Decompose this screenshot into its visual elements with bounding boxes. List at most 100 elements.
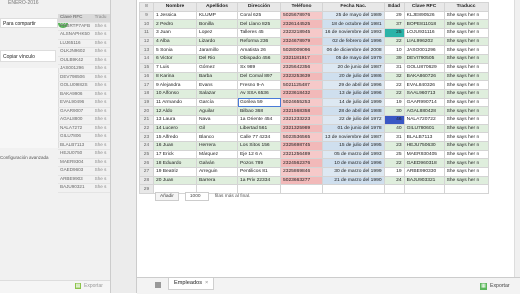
cell-edad[interactable]: 22 — [383, 80, 405, 90]
cell-nombre[interactable]: 16 Juan — [153, 141, 197, 151]
cell-apellidos[interactable]: Arreguin — [196, 167, 238, 177]
cell-nombre[interactable]: 3 Juan — [153, 28, 197, 38]
cell-trad[interactable]: She says her n — [443, 54, 489, 64]
cell-rfc[interactable]: HEJU750630 — [403, 141, 445, 151]
column-header[interactable]: Nombre — [153, 2, 197, 12]
table-row[interactable]: 17 9 Alejandra Evans Fresno 9-A 5021125487 29… — [139, 80, 489, 90]
row-number[interactable]: 13 — [139, 45, 154, 56]
cell-nombre[interactable]: 4 Alba — [153, 36, 197, 47]
cell-apellidos[interactable]: García — [196, 97, 238, 108]
table-row[interactable]: 14 6 Victor Del Rio Obispado 456 2321181917 0… — [139, 54, 489, 64]
cell-apellidos[interactable]: Márquez — [196, 149, 238, 160]
add-rows-button[interactable]: Añadir — [155, 191, 179, 201]
cell-rfc[interactable]: GILU780601 — [403, 123, 445, 134]
cell-telefono[interactable]: 2323253639 — [280, 71, 323, 82]
cell-apellidos[interactable]: Herrera — [196, 141, 238, 151]
cell-trad[interactable]: She says her n — [443, 149, 489, 160]
cell-edad[interactable]: 39 — [383, 54, 405, 64]
cell-nombre[interactable]: 5 Sonia — [153, 45, 197, 56]
cell-edad[interactable]: 19 — [383, 167, 405, 177]
cell-nombre[interactable]: 19 Beatriz — [153, 167, 197, 177]
row-number[interactable]: 19 — [139, 97, 154, 108]
row-number[interactable]: 26 — [139, 158, 154, 169]
cell-direccion[interactable]: Gorilea 59 — [237, 97, 281, 108]
cell-fecha[interactable]: 28 de abril del 1988 — [322, 106, 385, 116]
cell-rfc[interactable]: GAED960318 — [403, 158, 445, 169]
cell-telefono[interactable]: 2321325989 — [280, 123, 323, 134]
cell-telefono[interactable]: 5025678976 — [280, 10, 323, 21]
table-row[interactable]: 19 11 Armando García Gorilea 59 5024655253 14… — [139, 97, 489, 108]
cell-telefono[interactable]: 5023536565 — [280, 132, 323, 142]
row-number[interactable]: 21 — [139, 114, 154, 125]
cell-nombre[interactable]: 2 Pedro — [153, 19, 197, 30]
cell-direccion[interactable]: Bilbao 368 — [237, 106, 281, 116]
cell-apellidos[interactable]: Galván — [196, 158, 238, 169]
cell-nombre[interactable]: 1 Jessica — [153, 10, 197, 21]
cell-edad[interactable]: 19 — [383, 97, 405, 108]
cell-rfc[interactable]: BLALB7113 — [403, 132, 445, 142]
cell-nombre[interactable]: 8 Karina — [153, 71, 197, 82]
row-number[interactable]: 10 — [139, 19, 154, 30]
table-row[interactable]: 20 12 Aldo Aguilar Bilbao 368 2321568358 28 d… — [139, 106, 489, 116]
cell-direccion[interactable]: Obispado 456 — [237, 54, 281, 64]
cell-fecha[interactable]: 29 de abril del 1996 — [322, 80, 385, 90]
row-number[interactable]: 23 — [139, 132, 154, 142]
cell-nombre[interactable]: 11 Armando — [153, 97, 197, 108]
column-header[interactable]: Traducc — [443, 2, 489, 12]
cell-telefono[interactable]: 5024655253 — [280, 97, 323, 108]
cell-telefono[interactable]: 2324562376 — [280, 158, 323, 169]
share-option[interactable]: Para compartir — [0, 18, 58, 28]
cell-direccion[interactable]: Fresno 9-A — [237, 80, 281, 90]
column-header[interactable]: Clave RFC — [403, 2, 445, 12]
cell-trad[interactable]: She says her n — [443, 36, 489, 47]
cell-fecha[interactable]: 20 de junio del 1987 — [322, 62, 385, 73]
cell-nombre[interactable]: 15 Alfredo — [153, 132, 197, 142]
column-header[interactable]: Teléfono — [280, 2, 323, 12]
cell-telefono[interactable]: 2324678979 — [280, 36, 323, 47]
cell-trad[interactable]: She says her n — [443, 28, 489, 38]
table-row[interactable]: 13 5 Sonia Jaramillo Amatista 26 5028009096 0… — [139, 45, 489, 56]
cell-edad[interactable]: 31 — [383, 132, 405, 142]
table-row[interactable]: 15 7 Luis Gómez Sx 989 2325642356 20 de junio… — [139, 62, 489, 73]
cell-rfc[interactable]: BAKA860726 — [403, 71, 445, 82]
cell-rfc[interactable]: GAAR990714 — [403, 97, 445, 108]
table-row[interactable]: 26 18 Eduardo Galván Pozos 789 2324562376 10 … — [139, 158, 489, 169]
cell-nombre[interactable]: 18 Eduardo — [153, 158, 197, 169]
row-number[interactable]: 25 — [139, 149, 154, 160]
column-header[interactable]: Apellidos — [196, 2, 238, 12]
cell-direccion[interactable]: Av SSA 6536 — [237, 88, 281, 99]
cell-fecha[interactable]: 16 de noviembre del 1993 — [322, 28, 385, 38]
cell-fecha[interactable]: 05 de mayo del 1979 — [322, 54, 385, 64]
cell-trad[interactable]: She says her n — [443, 62, 489, 73]
cell-direccion[interactable]: Talleres 45 — [237, 28, 281, 38]
row-number[interactable]: 14 — [139, 54, 154, 64]
cell-rfc[interactable]: JASO001296 — [403, 45, 445, 56]
cell-apellidos[interactable]: Evans — [196, 80, 238, 90]
cell-rfc[interactable]: ARBE990330 — [403, 167, 445, 177]
cell-apellidos[interactable]: Blanco — [196, 132, 238, 142]
cell-apellidos[interactable]: Barba — [196, 71, 238, 82]
cell-rfc[interactable]: AGAL880428 — [403, 106, 445, 116]
cell-nombre[interactable]: 9 Alejandra — [153, 80, 197, 90]
cell-fecha[interactable]: 20 de julio del 1986 — [322, 71, 385, 82]
cell-edad[interactable]: 23 — [383, 141, 405, 151]
table-row[interactable]: 10 2 Pedro Bonilla Del Llano 825 2326144525 1… — [139, 19, 489, 30]
cell-edad[interactable]: 31 — [383, 62, 405, 73]
cell-direccion[interactable]: 1a Oriente 454 — [237, 114, 281, 125]
cell-telefono[interactable]: 2321256489 — [280, 149, 323, 160]
row-number[interactable]: 28 — [139, 175, 154, 186]
row-number[interactable]: 22 — [139, 123, 154, 134]
cell-direccion[interactable]: Pozos 789 — [237, 158, 281, 169]
left-export-button[interactable]: Exportar — [76, 283, 103, 289]
row-number[interactable]: 18 — [139, 88, 154, 99]
cell-telefono[interactable]: 5023663277 — [280, 175, 323, 186]
cell-trad[interactable]: She says her n — [443, 114, 489, 125]
cell-telefono[interactable]: 2323218945 — [280, 28, 323, 38]
spreadsheet-grid[interactable]: 8 Nombre Apellidos Dirección Teléfono Fecha … — [139, 2, 489, 195]
cell-direccion[interactable]: Reforma 236 — [237, 36, 281, 47]
column-header[interactable]: Dirección — [237, 2, 281, 12]
cell-nombre[interactable]: 17 Erick — [153, 149, 197, 160]
cell-trad[interactable]: She says her n — [443, 97, 489, 108]
cell-trad[interactable]: She says her n — [443, 141, 489, 151]
cell-trad[interactable]: She says her n — [443, 88, 489, 99]
